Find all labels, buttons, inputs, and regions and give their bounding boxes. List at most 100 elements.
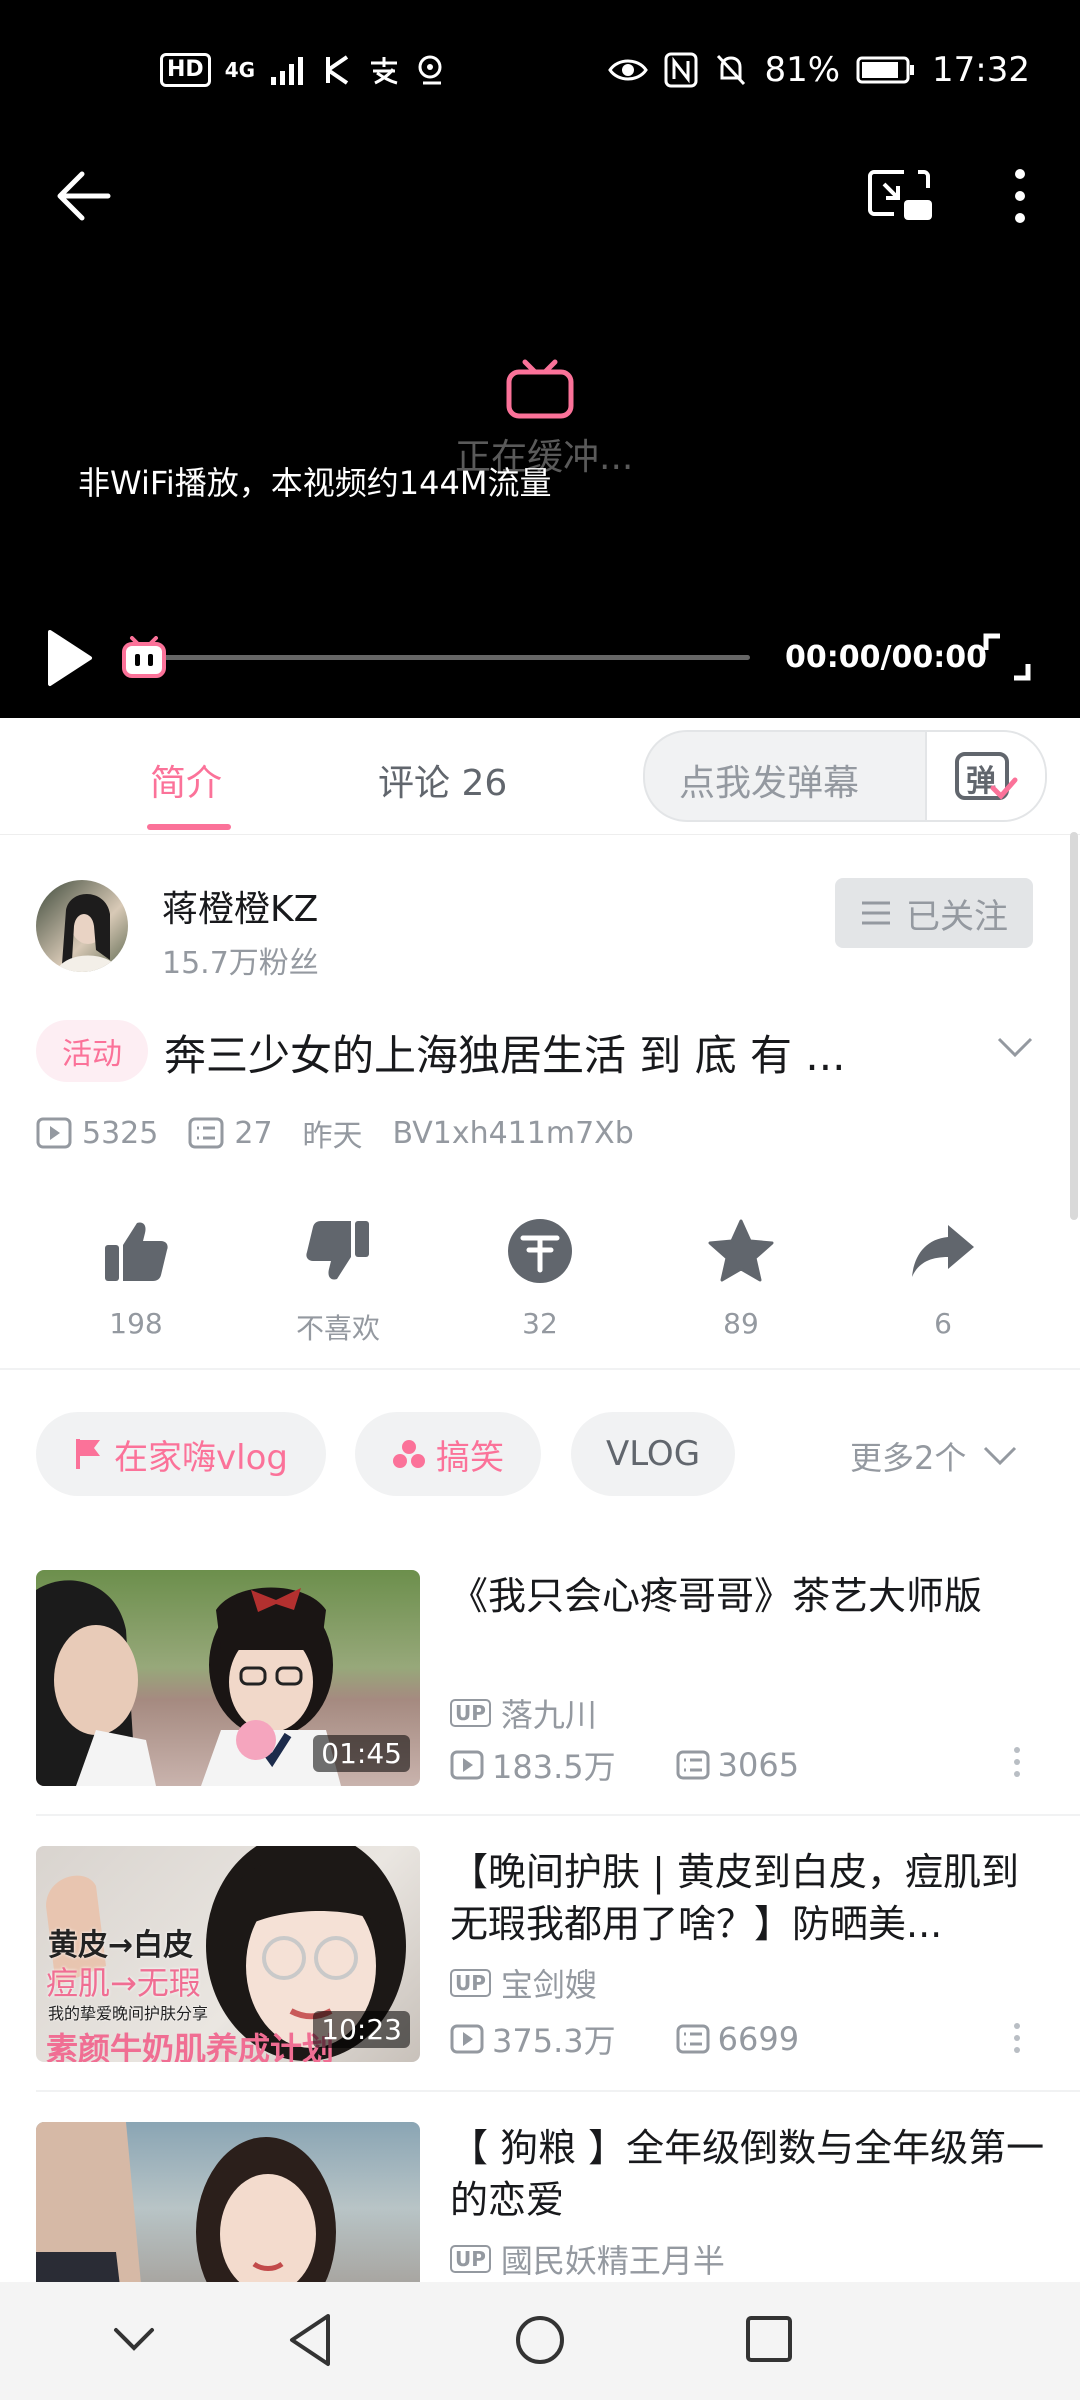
- video-thumbnail[interactable]: 01:45: [36, 1570, 420, 1786]
- play-count-icon: [450, 1750, 484, 1780]
- tv-thumb-icon: [122, 636, 166, 678]
- more-options-button[interactable]: [1012, 168, 1028, 224]
- publish-date: 昨天: [302, 1119, 363, 1154]
- danmaku-count-icon: [676, 2024, 710, 2054]
- more-tags-label: 更多2个: [850, 1439, 967, 1477]
- favorite-count: 89: [723, 1307, 759, 1340]
- nav-home-button[interactable]: [514, 2314, 566, 2366]
- thumb-caption: 素颜牛奶肌养成计划: [46, 2030, 335, 2062]
- network-label: 4G: [224, 58, 256, 82]
- battery-icon: [856, 56, 915, 84]
- activity-tag[interactable]: 活动: [36, 1020, 148, 1082]
- favorite-button[interactable]: 89: [671, 1215, 811, 1340]
- chevron-down-icon: [997, 1037, 1033, 1058]
- more-vertical-icon: [1015, 169, 1025, 223]
- tab-comments[interactable]: 评论 26: [378, 754, 507, 806]
- recommendation-card[interactable]: 01:45 《我只会心疼哥哥》茶艺大师版 UP 落九川 183.5万 3065: [0, 1570, 1080, 1820]
- video-duration: 01:45: [313, 1735, 410, 1772]
- rec-uploader[interactable]: UP 宝剑嫂: [450, 1960, 597, 2006]
- recommendation-card[interactable]: 黄皮→白皮 痘肌→无瑕 我的挚爱晚间护肤分享 素颜牛奶肌养成计划 10:23 【…: [0, 1846, 1080, 2096]
- like-button[interactable]: 198: [66, 1215, 206, 1340]
- up-badge: UP: [450, 1969, 491, 1997]
- rec-stats: 183.5万 3065: [450, 1742, 859, 1788]
- rec-views-value: 183.5万: [492, 1748, 616, 1786]
- thumb-caption: 痘肌→无瑕: [46, 1964, 201, 2002]
- more-vertical-icon: [1014, 2023, 1020, 2053]
- back-button[interactable]: [56, 170, 112, 222]
- location-icon: [418, 55, 442, 85]
- rec-danmaku-value: 6699: [717, 2020, 800, 2058]
- tab-intro[interactable]: 简介: [150, 754, 222, 806]
- alipay-icon: [371, 57, 398, 85]
- expand-description-button[interactable]: [995, 1035, 1035, 1059]
- bvid[interactable]: BV1xh411m7Xb: [393, 1116, 634, 1151]
- hd-badge: HD: [160, 53, 211, 87]
- nav-hide-button[interactable]: [112, 2326, 156, 2352]
- like-count: 198: [109, 1307, 163, 1340]
- view-count: 5325: [36, 1116, 158, 1151]
- fullscreen-button[interactable]: [982, 632, 1032, 682]
- tag-normal[interactable]: VLOG: [571, 1412, 735, 1496]
- signal-icon: [271, 57, 304, 85]
- more-vertical-icon: [1014, 1747, 1020, 1777]
- rec-danmaku: 6699: [676, 2020, 799, 2058]
- danmaku-placeholder: 点我发弹幕: [679, 763, 860, 804]
- rec-more-button[interactable]: [1012, 2022, 1022, 2054]
- share-arrow-icon: [912, 1225, 974, 1277]
- danmaku-count-icon: [676, 1750, 710, 1780]
- uploader-name[interactable]: 蒋橙橙KZ: [162, 880, 318, 932]
- rec-danmaku: 3065: [676, 1746, 799, 1784]
- nav-recents-button[interactable]: [744, 2314, 794, 2364]
- rec-views: 183.5万: [450, 1742, 616, 1788]
- rec-uploader[interactable]: UP 國民妖精王月半: [450, 2236, 725, 2282]
- share-button[interactable]: 6: [873, 1215, 1013, 1340]
- avatar[interactable]: [36, 880, 128, 972]
- danmaku-icon: 弹: [953, 746, 1019, 806]
- coin-button[interactable]: 32: [470, 1215, 610, 1340]
- rec-uploader[interactable]: UP 落九川: [450, 1690, 597, 1736]
- rec-views: 375.3万: [450, 2016, 616, 2062]
- square-recents-icon: [746, 2316, 792, 2362]
- nav-back-button[interactable]: [286, 2312, 334, 2368]
- danmaku-input[interactable]: 点我发弹幕 弹: [643, 730, 1047, 822]
- play-count-icon: [450, 2024, 484, 2054]
- pip-button[interactable]: [868, 168, 934, 224]
- up-badge: UP: [450, 1699, 491, 1727]
- tv-loading-icon: [505, 358, 575, 420]
- channel-dots-icon: [393, 1440, 425, 1468]
- tag-channel[interactable]: 搞笑: [355, 1412, 541, 1496]
- battery-percent: 81%: [764, 50, 841, 90]
- dislike-label: 不喜欢: [295, 1312, 380, 1345]
- more-tags-button[interactable]: 更多2个: [850, 1433, 1018, 1479]
- video-thumbnail[interactable]: 黄皮→白皮 痘肌→无瑕 我的挚爱晚间护肤分享 素颜牛奶肌养成计划 10:23: [36, 1846, 420, 2062]
- mute-icon: [717, 54, 746, 86]
- thumbs-down-icon: [306, 1221, 369, 1280]
- arrow-left-icon: [57, 171, 111, 221]
- danmaku-toggle-button[interactable]: 弹: [925, 732, 1045, 820]
- tag-activity[interactable]: 在家嗨vlog: [36, 1412, 326, 1496]
- chevron-down-icon: [984, 1446, 1017, 1466]
- video-meta: 5325 27 昨天 BV1xh411m7Xb: [36, 1110, 664, 1156]
- rec-stats: 375.3万 6699: [450, 2016, 859, 2062]
- rec-views-value: 375.3万: [492, 2022, 616, 2060]
- list-divider: [36, 2090, 1080, 2092]
- thumb-caption: 我的挚爱晚间护肤分享: [48, 2004, 209, 2023]
- circle-home-icon: [516, 2316, 564, 2364]
- tag-label: 在家嗨vlog: [114, 1437, 288, 1478]
- rec-more-button[interactable]: [1012, 1746, 1022, 1778]
- dislike-button[interactable]: 不喜欢: [268, 1215, 408, 1347]
- follow-button[interactable]: 已关注: [835, 878, 1033, 948]
- progress-thumb[interactable]: [120, 636, 168, 680]
- rec-title: 《我只会心疼哥哥》茶艺大师版: [450, 1574, 983, 1618]
- coin-icon: [508, 1219, 572, 1283]
- eye-comfort-icon: [608, 59, 649, 81]
- danmaku-count-icon: [188, 1117, 224, 1149]
- coin-count: 32: [522, 1307, 558, 1340]
- play-button[interactable]: [44, 628, 94, 688]
- tag-label: VLOG: [605, 1434, 701, 1474]
- status-left: HD 4G: [160, 40, 449, 100]
- scrollbar[interactable]: [1070, 832, 1078, 1220]
- progress-bar[interactable]: [160, 655, 750, 660]
- video-duration: 10:23: [313, 2011, 410, 2048]
- view-count-value: 5325: [82, 1115, 159, 1151]
